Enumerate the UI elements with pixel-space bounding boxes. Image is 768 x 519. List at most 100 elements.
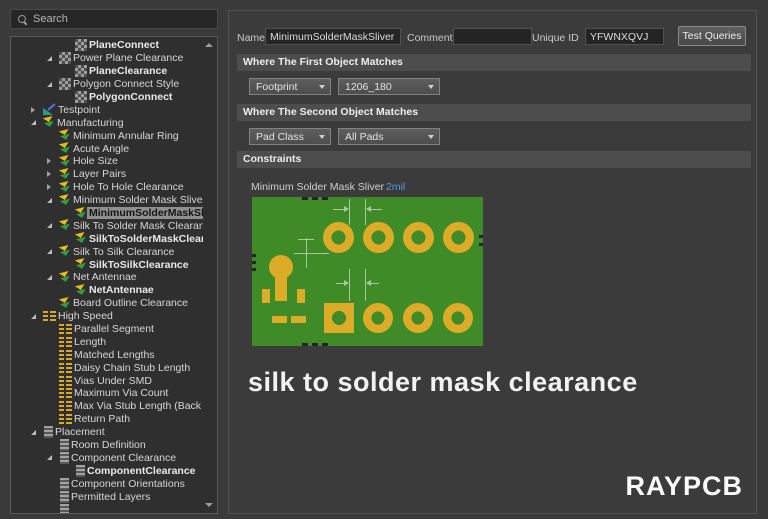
pcb-pad: [443, 222, 474, 253]
tree-item[interactable]: Silk To Solder Mask Clearance: [11, 219, 203, 232]
tree-item[interactable]: Layer Pairs: [11, 168, 203, 181]
expand-arrow: [47, 439, 59, 451]
plane-rule-icon: [75, 91, 87, 103]
expand-arrow[interactable]: [31, 104, 43, 116]
mfg-rule-icon: [74, 206, 88, 220]
dimension-line: [349, 199, 350, 225]
tree-item[interactable]: Placement: [11, 426, 203, 439]
tree-item[interactable]: Vias Under SMD: [11, 374, 203, 387]
mfg-rule-icon: [58, 180, 72, 194]
scroll-up-icon[interactable]: [205, 43, 213, 47]
pcb-pad: [403, 303, 433, 333]
second-scope-dropdown[interactable]: Pad Class: [249, 128, 331, 145]
hs-rule-icon: [59, 350, 72, 360]
expand-arrow[interactable]: [47, 452, 59, 464]
search-input[interactable]: [33, 13, 203, 25]
tree-item[interactable]: Minimum Annular Ring: [11, 129, 203, 142]
hs-rule-icon: [59, 401, 72, 411]
pcb-component-pad: [291, 316, 306, 323]
tree-item[interactable]: High Speed: [11, 310, 203, 323]
dimension-arrow-icon: [344, 206, 349, 212]
tree-item[interactable]: NetAntennae: [11, 284, 203, 297]
expand-arrow[interactable]: [47, 78, 59, 90]
tree-item[interactable]: Daisy Chain Stub Length: [11, 361, 203, 374]
tree-item[interactable]: SilkToSilkClearance: [11, 258, 203, 271]
tree-item[interactable]: Polygon Connect Style: [11, 78, 203, 91]
hs-rule-icon: [59, 376, 72, 386]
place-rule-icon: [60, 504, 69, 514]
tree-item[interactable]: MinimumSolderMaskSliver: [11, 207, 203, 220]
tree-item[interactable]: Acute Angle: [11, 142, 203, 155]
expand-arrow: [47, 504, 59, 514]
place-rule-icon: [60, 491, 69, 503]
tree-item[interactable]: Max Via Stub Length (Back Drill: [11, 400, 203, 413]
section-constraints: Constraints: [237, 151, 751, 168]
dimension-arrow-icon: [366, 280, 371, 286]
plane-rule-icon: [59, 78, 71, 90]
test-queries-button[interactable]: Test Queries: [678, 26, 746, 46]
caption-text: silk to solder mask clearance: [248, 367, 638, 398]
expand-arrow: [63, 39, 75, 51]
expand-arrow: [47, 349, 59, 361]
expand-arrow: [47, 362, 59, 374]
mfg-rule-icon: [58, 193, 72, 207]
first-scope-dropdown[interactable]: Footprint: [249, 78, 331, 95]
place-rule-icon: [60, 439, 69, 451]
mfg-rule-icon: [58, 168, 72, 182]
tree-item[interactable]: Hole To Hole Clearance: [11, 181, 203, 194]
mfg-rule-icon: [74, 232, 88, 246]
mfg-rule-icon: [58, 155, 72, 169]
hs-rule-icon: [59, 324, 72, 334]
expand-arrow[interactable]: [31, 426, 43, 438]
tree-item[interactable]: PolygonConnect: [11, 91, 203, 104]
name-field[interactable]: [265, 28, 401, 45]
second-value-dropdown[interactable]: All Pads: [338, 128, 440, 145]
tree-item[interactable]: Silk To Silk Clearance: [11, 245, 203, 258]
expand-arrow: [47, 413, 59, 425]
tree-item[interactable]: Matched Lengths: [11, 348, 203, 361]
name-label: Name: [237, 32, 265, 44]
dimension-line: [306, 238, 307, 268]
scroll-down-icon[interactable]: [205, 503, 213, 507]
tree-item[interactable]: Component Orientations: [11, 477, 203, 490]
mfg-rule-icon: [58, 296, 72, 310]
tree-item[interactable]: Power Plane Clearance: [11, 52, 203, 65]
tree-item[interactable]: Return Path: [11, 413, 203, 426]
mfg-rule-icon: [58, 245, 72, 259]
tree-item[interactable]: Permitted Layers: [11, 490, 203, 503]
expand-arrow[interactable]: [47, 52, 59, 64]
search-box[interactable]: [10, 9, 218, 29]
mfg-rule-icon: [74, 284, 88, 298]
design-rules-window: PlaneConnect Power Plane Clearance Plane…: [0, 0, 768, 519]
tree-item[interactable]: Minimum Solder Mask Sliver: [11, 194, 203, 207]
first-value-dropdown[interactable]: 1206_180: [338, 78, 440, 95]
tree-item[interactable]: Testpoint: [11, 103, 203, 116]
mfg-rule-icon: [58, 129, 72, 143]
tree-item[interactable]: Manufacturing: [11, 116, 203, 129]
comment-field[interactable]: [453, 28, 532, 45]
tree-item[interactable]: Length: [11, 335, 203, 348]
watermark: RAYPCB: [625, 471, 743, 502]
tree-item[interactable]: Room Definition: [11, 439, 203, 452]
tree-item[interactable]: ComponentClearance: [11, 464, 203, 477]
hs-rule-icon: [43, 311, 56, 321]
expand-arrow: [63, 65, 75, 77]
tree-item[interactable]: SilkToSolderMaskClearance: [11, 232, 203, 245]
tree-item[interactable]: Component Clearance: [11, 452, 203, 465]
constraint-value[interactable]: 2mil: [386, 181, 405, 193]
tree-item[interactable]: PlaneConnect: [11, 39, 203, 52]
tree-item[interactable]: [11, 503, 203, 513]
pcb-component-pad: [262, 289, 270, 303]
expand-arrow[interactable]: [31, 310, 43, 322]
mfg-rule-icon: [42, 116, 56, 130]
unique-id-field[interactable]: [585, 28, 664, 45]
place-rule-icon: [76, 465, 85, 477]
tree-item[interactable]: PlaneClearance: [11, 65, 203, 78]
mfg-rule-icon: [58, 219, 72, 233]
tree-item[interactable]: Board Outline Clearance: [11, 297, 203, 310]
tree-item[interactable]: Hole Size: [11, 155, 203, 168]
tree-item[interactable]: Net Antennae: [11, 271, 203, 284]
tree-item[interactable]: Maximum Via Count: [11, 387, 203, 400]
tree-item[interactable]: Parallel Segment: [11, 323, 203, 336]
tree-rows: PlaneConnect Power Plane Clearance Plane…: [11, 39, 203, 513]
